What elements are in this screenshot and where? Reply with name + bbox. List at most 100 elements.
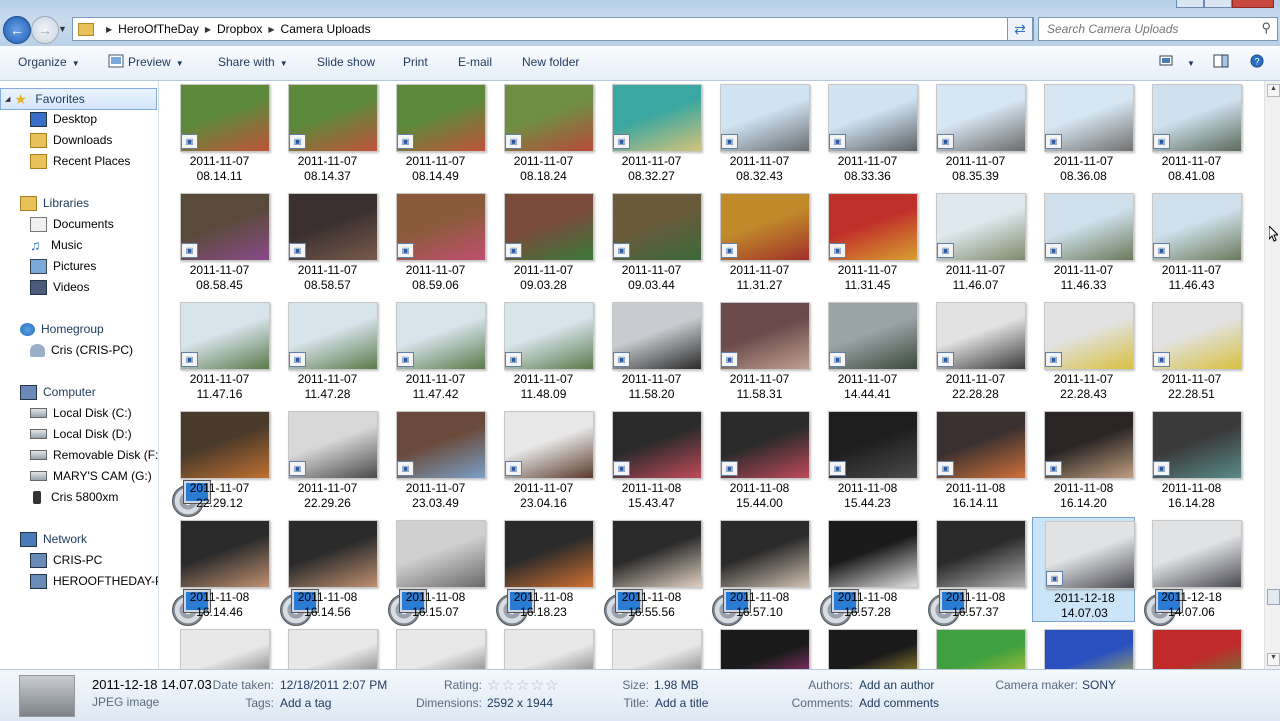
nav-pictures[interactable]: Pictures — [30, 256, 96, 276]
star-icon[interactable]: ☆ — [501, 677, 515, 694]
nav-videos[interactable]: Videos — [30, 277, 89, 297]
nav-music[interactable]: ♫ Music — [30, 235, 82, 255]
organize-button[interactable]: Organize ▼ — [18, 55, 80, 69]
image-file-item[interactable]: ▣ 2011-11-07 08.41.08 — [1140, 81, 1243, 186]
nav-marys-cam[interactable]: MARY'S CAM (G:) — [30, 466, 152, 486]
image-file-item[interactable]: ▣ 2011-11-07 22.28.43 — [1032, 299, 1135, 404]
camera-maker-value[interactable]: SONY — [1082, 678, 1116, 692]
image-file-item[interactable]: ▣ 2011-11-07 23.04.16 — [492, 408, 595, 513]
image-file-item[interactable]: ▣ 2011-11-08 16.14.20 — [1032, 408, 1135, 513]
image-file-item[interactable]: ▣ 2011-11-07 08.59.06 — [384, 190, 487, 295]
image-file-item[interactable]: ▣ 2011-11-07 11.47.42 — [384, 299, 487, 404]
breadcrumb-camera-uploads[interactable]: Camera Uploads — [281, 22, 371, 36]
nav-local-d[interactable]: Local Disk (D:) — [30, 424, 132, 444]
address-bar[interactable]: ▶ HeroOfTheDay ▶ Dropbox ▶ Camera Upload… — [72, 17, 1034, 41]
image-file-item[interactable]: ▣ 2011-11-07 11.47.16 — [168, 299, 271, 404]
image-file-item[interactable]: ▣ 2011-11-08 16.14.28 — [1140, 408, 1243, 513]
vertical-scrollbar[interactable]: ▲ ▼ — [1264, 81, 1280, 669]
date-taken-value[interactable]: 12/18/2011 2:07 PM — [280, 678, 387, 692]
image-file-item[interactable]: ▣ 2011-11-08 16.14.11 — [924, 408, 1027, 513]
minimize-button[interactable] — [1176, 0, 1204, 8]
image-file-item[interactable]: ▣ 2011-11-08 15.44.23 — [816, 408, 919, 513]
authors-value[interactable]: Add an author — [859, 678, 934, 692]
video-file-item[interactable] — [816, 626, 919, 669]
print-button[interactable]: Print — [403, 55, 428, 69]
image-file-item[interactable]: ▣ 2011-11-07 08.58.45 — [168, 190, 271, 295]
nav-libraries[interactable]: Libraries — [20, 193, 89, 213]
nav-local-c[interactable]: Local Disk (C:) — [30, 403, 132, 423]
forward-button[interactable]: → — [31, 16, 59, 44]
video-file-item[interactable]: 2011-12-18 14.07.06 — [1140, 517, 1243, 626]
image-file-item[interactable]: ▣ 2011-11-07 11.46.43 — [1140, 190, 1243, 295]
image-file-item[interactable]: ▣ 2011-11-07 08.14.11 — [168, 81, 271, 186]
breadcrumb-herooftheday[interactable]: HeroOfTheDay — [118, 22, 199, 36]
nav-downloads[interactable]: Downloads — [30, 130, 112, 150]
video-file-item[interactable]: 2011-11-08 16.57.28 — [816, 517, 919, 626]
video-file-item[interactable]: 2011-11-08 16.57.10 — [708, 517, 811, 626]
nav-recent-places[interactable]: Recent Places — [30, 151, 130, 171]
nav-favorites[interactable]: ◢ ★ Favorites — [0, 88, 157, 110]
nav-removable-f[interactable]: Removable Disk (F:) — [30, 445, 158, 465]
image-file-item[interactable]: ▣ 2011-11-07 22.29.26 — [276, 408, 379, 513]
image-file-item[interactable]: ▣ 2011-11-07 08.32.43 — [708, 81, 811, 186]
chevron-right-icon[interactable]: ▶ — [205, 25, 211, 34]
video-file-item[interactable] — [276, 626, 379, 669]
image-file-item[interactable]: ▣ 2011-11-07 08.18.24 — [492, 81, 595, 186]
change-view-icon[interactable] — [1159, 54, 1175, 68]
search-box[interactable]: ⚲ — [1038, 17, 1278, 41]
image-file-item[interactable]: ▣ 2011-11-07 11.31.27 — [708, 190, 811, 295]
nav-computer[interactable]: Computer — [20, 382, 96, 402]
refresh-button[interactable]: ⇄ — [1007, 17, 1033, 41]
image-file-item[interactable]: ▣ 2011-11-07 08.33.36 — [816, 81, 919, 186]
chevron-right-icon[interactable]: ▶ — [268, 25, 274, 34]
nav-network[interactable]: Network — [20, 529, 87, 549]
video-file-item[interactable]: 2011-11-07 22.29.12 — [168, 408, 271, 517]
nav-documents[interactable]: Documents — [30, 214, 114, 234]
image-file-item[interactable]: ▣ 2011-11-07 22.28.28 — [924, 299, 1027, 404]
nav-cris[interactable]: Cris (CRIS-PC) — [30, 340, 133, 360]
scroll-up-button[interactable]: ▲ — [1267, 84, 1280, 97]
video-file-item[interactable] — [1032, 626, 1135, 669]
share-with-button[interactable]: Share with ▼ — [218, 55, 288, 69]
video-file-item[interactable]: 2011-11-08 16.14.56 — [276, 517, 379, 626]
image-file-item[interactable]: ▣ 2011-11-07 08.14.49 — [384, 81, 487, 186]
tags-value[interactable]: Add a tag — [280, 696, 331, 710]
image-file-item[interactable]: ▣ 2011-11-07 11.31.45 — [816, 190, 919, 295]
help-icon[interactable]: ? — [1249, 54, 1265, 68]
image-file-item[interactable]: ▣ 2011-11-07 08.32.27 — [600, 81, 703, 186]
image-file-item[interactable]: ▣ 2011-11-07 11.47.28 — [276, 299, 379, 404]
star-icon[interactable]: ☆ — [545, 677, 559, 694]
preview-pane-icon[interactable] — [1213, 54, 1229, 68]
comments-value[interactable]: Add comments — [859, 696, 939, 710]
star-icon[interactable]: ☆ — [516, 677, 530, 694]
search-input[interactable] — [1045, 18, 1254, 40]
image-file-item[interactable]: ▣ 2011-11-07 09.03.28 — [492, 190, 595, 295]
image-file-item[interactable]: ▣ 2011-11-07 08.35.39 — [924, 81, 1027, 186]
nav-herooftheday-pc[interactable]: HEROOFTHEDAY-PC — [30, 571, 158, 591]
image-file-item[interactable]: ▣ 2011-11-07 22.28.51 — [1140, 299, 1243, 404]
image-file-item[interactable]: ▣ 2011-12-18 14.07.03 — [1032, 517, 1135, 622]
video-file-item[interactable] — [1140, 626, 1243, 669]
nav-cris-pc[interactable]: CRIS-PC — [30, 550, 102, 570]
more-views-dropdown[interactable]: ▼ — [1182, 55, 1195, 69]
video-file-item[interactable] — [708, 626, 811, 669]
image-file-item[interactable]: ▣ 2011-11-07 08.58.57 — [276, 190, 379, 295]
image-file-item[interactable]: ▣ 2011-11-07 11.58.31 — [708, 299, 811, 404]
back-button[interactable]: ← — [3, 16, 31, 44]
image-file-item[interactable]: ▣ — [492, 626, 595, 669]
rating-stars[interactable]: ☆☆☆☆☆ — [487, 676, 559, 694]
slide-show-button[interactable]: Slide show — [317, 55, 375, 69]
image-file-item[interactable]: ▣ 2011-11-07 14.44.41 — [816, 299, 919, 404]
nav-cris-5800xm[interactable]: Cris 5800xm — [30, 487, 118, 507]
image-file-item[interactable]: ▣ 2011-11-08 15.43.47 — [600, 408, 703, 513]
nav-desktop[interactable]: Desktop — [30, 109, 97, 129]
image-file-item[interactable]: ▣ 2011-11-07 09.03.44 — [600, 190, 703, 295]
scrollbar-thumb[interactable] — [1267, 589, 1280, 605]
video-file-item[interactable]: 2011-11-08 16.15.07 — [384, 517, 487, 626]
expand-arrow-icon[interactable]: ◢ — [5, 95, 10, 103]
email-button[interactable]: E-mail — [458, 55, 492, 69]
image-file-item[interactable]: ▣ 2011-11-07 08.36.08 — [1032, 81, 1135, 186]
image-file-item[interactable]: ▣ 2011-11-07 23.03.49 — [384, 408, 487, 513]
video-file-item[interactable] — [384, 626, 487, 669]
star-icon[interactable]: ☆ — [530, 677, 544, 694]
